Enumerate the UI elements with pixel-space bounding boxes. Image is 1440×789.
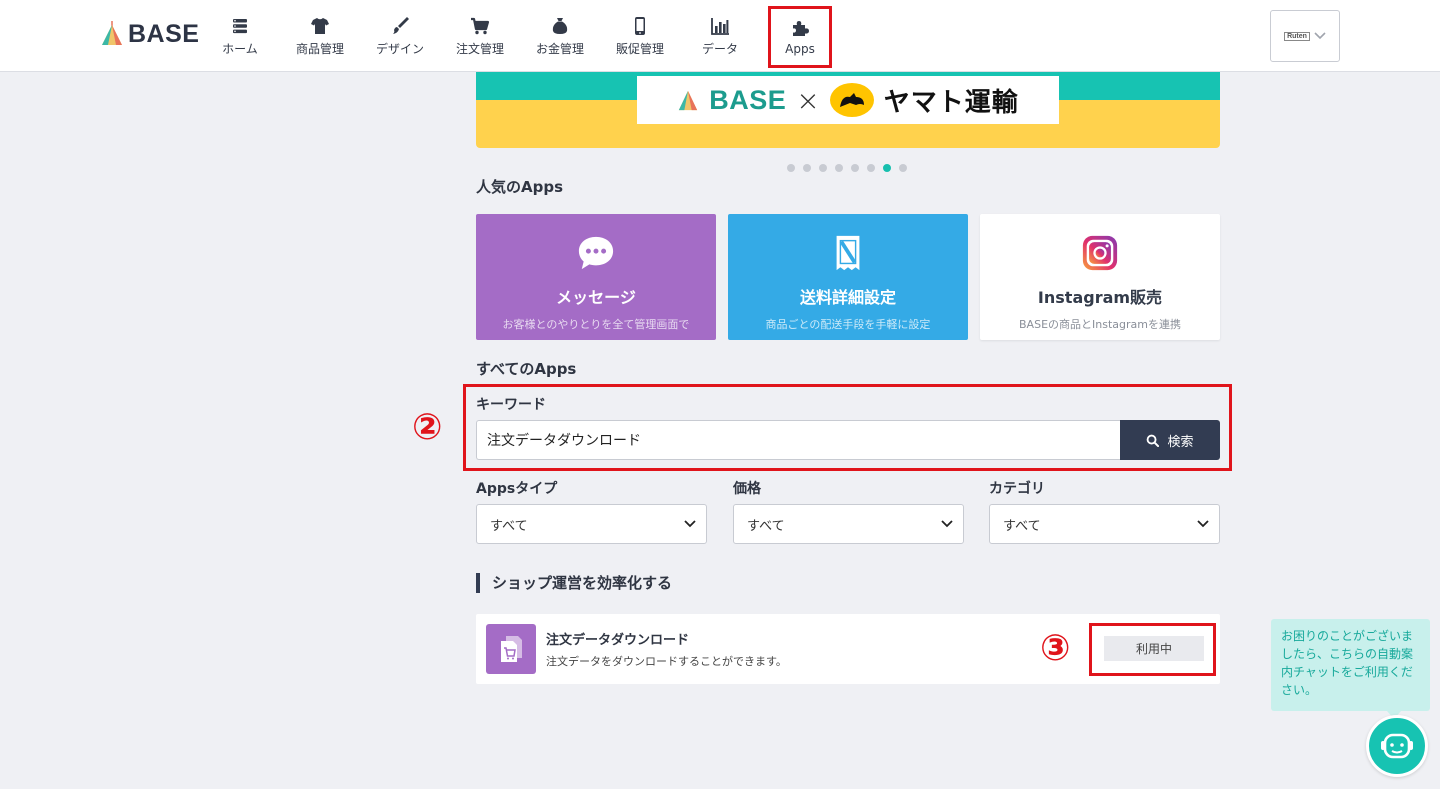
account-logo: Ruten <box>1284 31 1310 41</box>
all-apps-title: すべてのApps <box>476 360 577 378</box>
top-header: BASE ホーム 商品管理 デザイン 注文管理 お金管理 販促管理 データ Ap… <box>0 0 1440 72</box>
filter-select-category[interactable]: すべて <box>989 504 1220 544</box>
filter-select-price[interactable]: すべて <box>733 504 964 544</box>
keyword-label: キーワード <box>476 397 546 413</box>
search-button[interactable]: 検索 <box>1120 420 1220 460</box>
main-nav: ホーム 商品管理 デザイン 注文管理 お金管理 販促管理 データ Apps <box>200 0 840 72</box>
puzzle-icon <box>793 21 809 36</box>
popular-card-instagram[interactable]: Instagram販売 BASEの商品とInstagramを連携 <box>980 214 1220 340</box>
filter-label-price: 価格 <box>733 481 761 497</box>
chevron-down-icon <box>941 520 953 528</box>
nav-item-apps[interactable]: Apps <box>768 6 832 68</box>
nav-item-design[interactable]: デザイン <box>360 0 440 72</box>
nav-item-data[interactable]: データ <box>680 0 760 72</box>
nav-label-apps: Apps <box>785 42 815 56</box>
nav-label-data: データ <box>701 41 738 56</box>
card-desc: 商品ごとの配送手段を手軽に設定 <box>765 318 931 331</box>
app-name: 注文データダウンロード <box>546 633 690 648</box>
chevron-down-icon <box>684 520 696 528</box>
chat-prompt-bubble[interactable]: お困りのことがございましたら、こちらの自動案内チャットをご利用ください。 <box>1271 619 1430 719</box>
carousel-dot[interactable] <box>787 164 795 172</box>
home-list-icon <box>233 18 247 33</box>
card-desc: BASEの商品とInstagramを連携 <box>1019 318 1181 331</box>
nav-label-products: 商品管理 <box>295 41 344 56</box>
select-value: すべて <box>490 518 528 534</box>
order-download-icon <box>486 624 536 674</box>
carousel-dot[interactable] <box>899 164 907 172</box>
instagram-icon <box>1082 235 1118 271</box>
app-description: 注文データをダウンロードすることができます。 <box>546 655 787 668</box>
annotation-marker-3: ③ <box>1040 628 1071 669</box>
nav-item-home[interactable]: ホーム <box>200 0 280 72</box>
banner-cross: × <box>796 83 820 117</box>
carousel-dot[interactable] <box>835 164 843 172</box>
nav-item-orders[interactable]: 注文管理 <box>440 0 520 72</box>
keyword-search-input[interactable] <box>476 420 1121 460</box>
chevron-down-icon <box>1197 520 1209 528</box>
popular-apps-list: メッセージ お客様とのやりとりを全て管理画面で 送料詳細設定 商品ごとの配送手段… <box>476 214 1220 340</box>
yamato-cat-logo-icon <box>829 83 874 117</box>
nav-label-design: デザイン <box>375 41 424 56</box>
carousel-dot[interactable] <box>819 164 827 172</box>
base-logo[interactable]: BASE <box>100 18 199 50</box>
carousel-dot[interactable] <box>851 164 859 172</box>
tshirt-icon <box>311 17 329 34</box>
nav-label-orders: 注文管理 <box>455 41 504 56</box>
annotation-marker-2: ② <box>412 407 443 448</box>
card-title: メッセージ <box>556 288 636 307</box>
cart-icon <box>471 17 490 34</box>
banner-brand-base: BASE <box>709 84 787 115</box>
chat-bot-button[interactable] <box>1366 715 1428 777</box>
carousel-dot[interactable] <box>803 164 811 172</box>
nav-label-money: お金管理 <box>535 41 584 56</box>
nav-label-promotion: 販促管理 <box>615 41 664 56</box>
carousel-dot-active[interactable] <box>883 164 891 172</box>
nav-label-home: ホーム <box>222 41 258 56</box>
card-title: Instagram販売 <box>1037 288 1163 307</box>
banner-brand-yamato: ヤマト運輸 <box>883 87 1019 118</box>
popular-apps-title: 人気のApps <box>476 178 564 196</box>
search-button-label: 検索 <box>1167 433 1194 449</box>
nav-item-money[interactable]: お金管理 <box>520 0 600 72</box>
logo-text: BASE <box>128 19 200 48</box>
filter-label-category: カテゴリ <box>989 481 1045 497</box>
bar-chart-icon <box>711 17 729 35</box>
nav-item-products[interactable]: 商品管理 <box>280 0 360 72</box>
money-bag-icon <box>552 17 568 34</box>
carousel-dot[interactable] <box>867 164 875 172</box>
tent-logo-icon <box>679 90 698 111</box>
chat-bubble-icon <box>578 236 614 270</box>
phone-icon <box>635 16 645 35</box>
tent-logo-icon <box>102 21 122 45</box>
popular-card-message[interactable]: メッセージ お客様とのやりとりを全て管理画面で <box>476 214 716 340</box>
chatbot-headset-icon <box>1381 733 1413 759</box>
popular-card-shipping[interactable]: 送料詳細設定 商品ごとの配送手段を手軽に設定 <box>728 214 968 340</box>
app-group-title: ショップ運営を効率化する <box>476 573 672 593</box>
nav-item-promotion[interactable]: 販促管理 <box>600 0 680 72</box>
shipping-label-icon <box>836 235 860 271</box>
card-title: 送料詳細設定 <box>799 288 896 307</box>
chevron-down-icon <box>1314 32 1326 40</box>
search-icon <box>1147 434 1160 447</box>
carousel-dots <box>787 164 907 172</box>
account-switcher[interactable]: Ruten <box>1270 10 1340 62</box>
card-desc: お客様とのやりとりを全て管理画面で <box>502 318 690 331</box>
in-use-badge[interactable]: 利用中 <box>1104 636 1204 661</box>
banner-card: BASE × ヤマト運輸 <box>637 76 1059 124</box>
select-value: すべて <box>747 518 785 534</box>
brush-icon <box>393 16 409 34</box>
promo-banner[interactable]: BASE × ヤマト運輸 <box>476 72 1220 148</box>
select-value: すべて <box>1003 518 1041 534</box>
filter-select-type[interactable]: すべて <box>476 504 707 544</box>
filter-label-type: Appsタイプ <box>476 481 558 497</box>
